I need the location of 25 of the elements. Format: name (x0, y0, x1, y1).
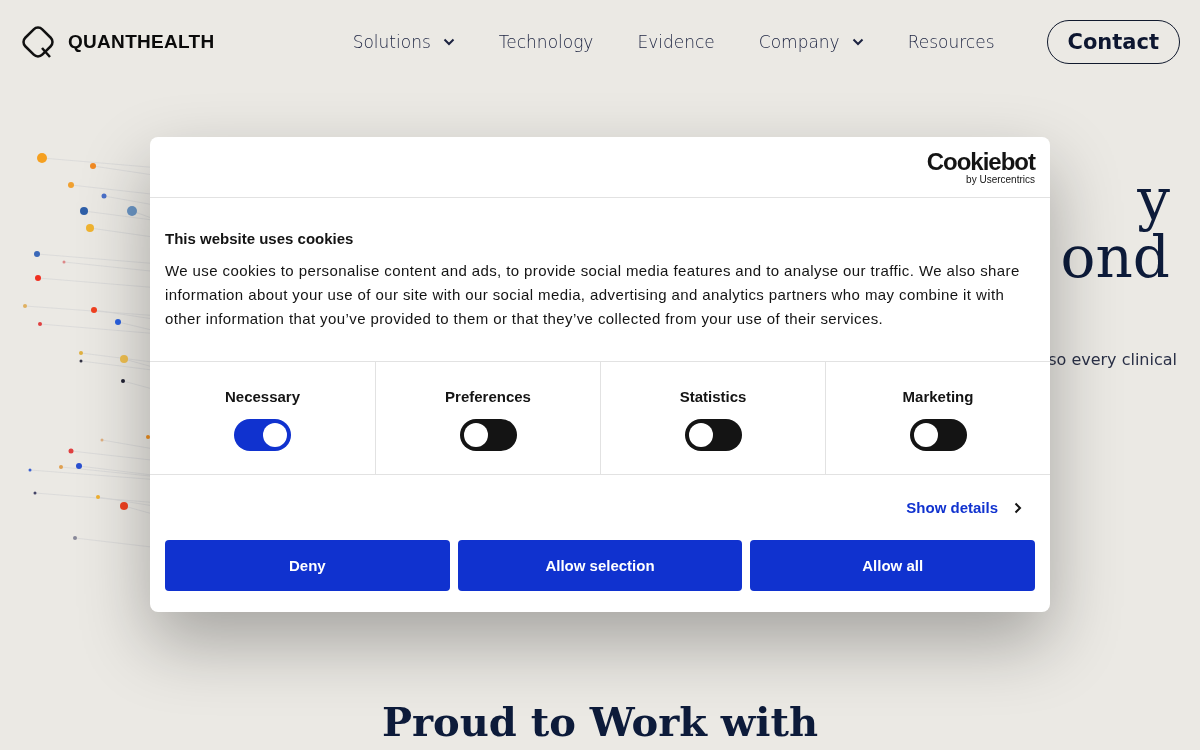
category-label: Marketing (902, 388, 974, 405)
nav-link[interactable]: Evidence (637, 32, 715, 52)
nav-link[interactable]: Technology (498, 32, 594, 52)
nav-link[interactable]: Solutions (352, 32, 455, 52)
chevron-right-icon (1014, 501, 1022, 514)
show-details-link[interactable]: Show details (906, 499, 1022, 516)
consent-button[interactable]: Deny (165, 540, 450, 591)
toggle-switch[interactable] (234, 419, 291, 451)
section-heading: Proud to Work with (380, 698, 820, 745)
category-label: Necessary (224, 388, 301, 405)
dialog-text: We use cookies to personalise content and ads, to provide social media features and to analyse our traffic. We also share information about your use of our site with our social media, advertising and analytics partners who may combine it with other information that you’ve provided to them or that they’ve collected from your use of their services. (165, 261, 1021, 329)
nav-link[interactable]: Company (758, 32, 864, 52)
logo-icon (20, 24, 56, 60)
toggle-switch[interactable] (459, 419, 517, 451)
dialog-title: This website uses cookies (165, 230, 355, 247)
toggle-switch[interactable] (684, 419, 742, 451)
nav-link[interactable]: Resources (907, 32, 995, 52)
brand-logo: Cookiebot (926, 149, 1035, 174)
category-label: Statistics (679, 388, 747, 405)
logo-text: QUANTHEALTH (68, 31, 215, 53)
category-label: Preferences (445, 388, 531, 405)
toggle-switch[interactable] (909, 419, 967, 451)
consent-button[interactable]: Allow all (750, 540, 1035, 591)
consent-button[interactable]: Allow selection (457, 540, 743, 591)
brand-tagline: by Usercentrics (966, 173, 1035, 185)
